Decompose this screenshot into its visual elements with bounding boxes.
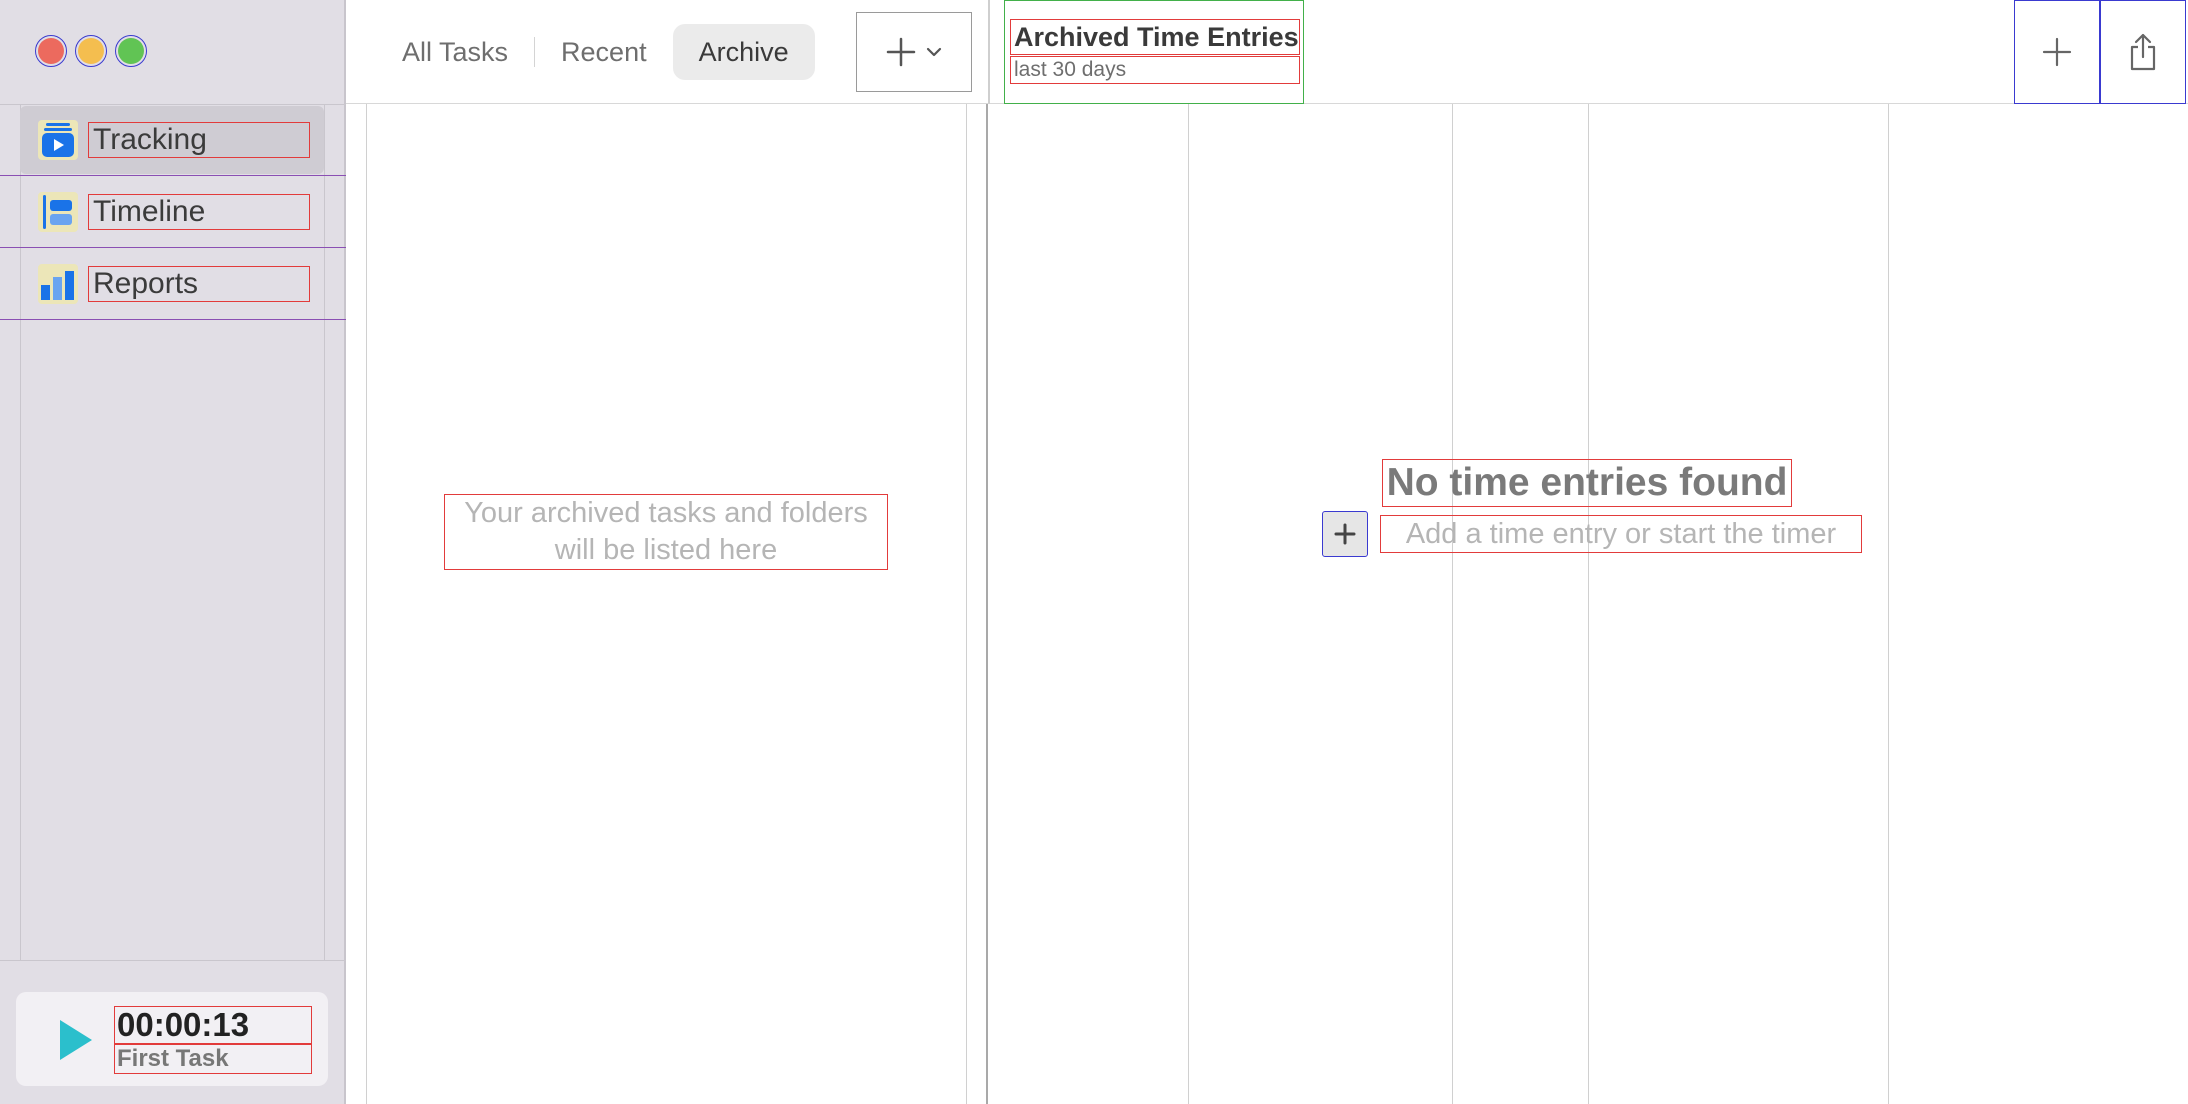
plus-icon	[886, 37, 916, 67]
tracking-icon	[38, 119, 78, 160]
share-icon	[2130, 33, 2156, 71]
column-divider	[1452, 104, 1453, 1104]
timeline-icon	[38, 191, 78, 232]
column-divider	[1188, 104, 1189, 1104]
sidebar-item-label: Timeline	[88, 193, 310, 230]
chevron-down-icon	[926, 47, 942, 57]
app-window: Tracking Timeline Reports 00:00:13 First…	[0, 0, 2188, 1104]
window-controls	[35, 35, 147, 67]
sidebar-item-timeline[interactable]: Timeline	[0, 176, 346, 248]
add-entry-button[interactable]	[1322, 511, 1368, 557]
toolbar: All Tasks Recent Archive Archived Time E…	[346, 0, 2188, 104]
add-menu-button[interactable]	[856, 12, 972, 92]
sidebar-item-label: Tracking	[88, 121, 310, 158]
zoom-window-button[interactable]	[115, 35, 147, 67]
column-divider	[366, 104, 367, 1104]
entries-empty-subtitle: Add a time entry or start the timer	[1380, 515, 1862, 553]
column-divider	[1588, 104, 1589, 1104]
task-filter-tabs: All Tasks Recent Archive	[376, 24, 815, 80]
tab-archive[interactable]: Archive	[672, 24, 815, 80]
plus-icon	[2042, 37, 2072, 67]
add-time-entry-button[interactable]	[2014, 0, 2100, 104]
entries-title: Archived Time Entries	[1010, 19, 1300, 55]
sidebar-item-reports[interactable]: Reports	[0, 248, 346, 320]
sidebar-item-tracking[interactable]: Tracking	[0, 104, 346, 176]
archive-empty-message: Your archived tasks and folders will be …	[444, 494, 888, 570]
share-button[interactable]	[2100, 0, 2186, 104]
timer-task-name: First Task	[114, 1044, 312, 1074]
entries-empty-title: No time entries found	[1382, 459, 1792, 507]
entries-header: Archived Time Entries last 30 days	[1004, 0, 1304, 104]
play-icon[interactable]	[56, 1018, 96, 1062]
sidebar-nav: Tracking Timeline Reports	[0, 104, 346, 320]
toolbar-divider	[988, 0, 990, 104]
column-divider	[1888, 104, 1889, 1104]
minimize-window-button[interactable]	[75, 35, 107, 67]
sidebar-item-label: Reports	[88, 265, 310, 302]
pane-divider[interactable]	[986, 104, 988, 1104]
column-divider	[966, 104, 967, 1104]
reports-icon	[38, 263, 78, 304]
close-window-button[interactable]	[35, 35, 67, 67]
tab-all-tasks[interactable]: All Tasks	[376, 24, 534, 80]
plus-icon	[1334, 523, 1356, 545]
sidebar-divider	[0, 960, 346, 961]
entries-subtitle: last 30 days	[1010, 56, 1300, 84]
tab-recent[interactable]: Recent	[535, 24, 673, 80]
sidebar: Tracking Timeline Reports 00:00:13 First…	[0, 0, 346, 1104]
timer-elapsed: 00:00:13	[114, 1006, 312, 1044]
running-timer[interactable]: 00:00:13 First Task	[16, 992, 328, 1086]
